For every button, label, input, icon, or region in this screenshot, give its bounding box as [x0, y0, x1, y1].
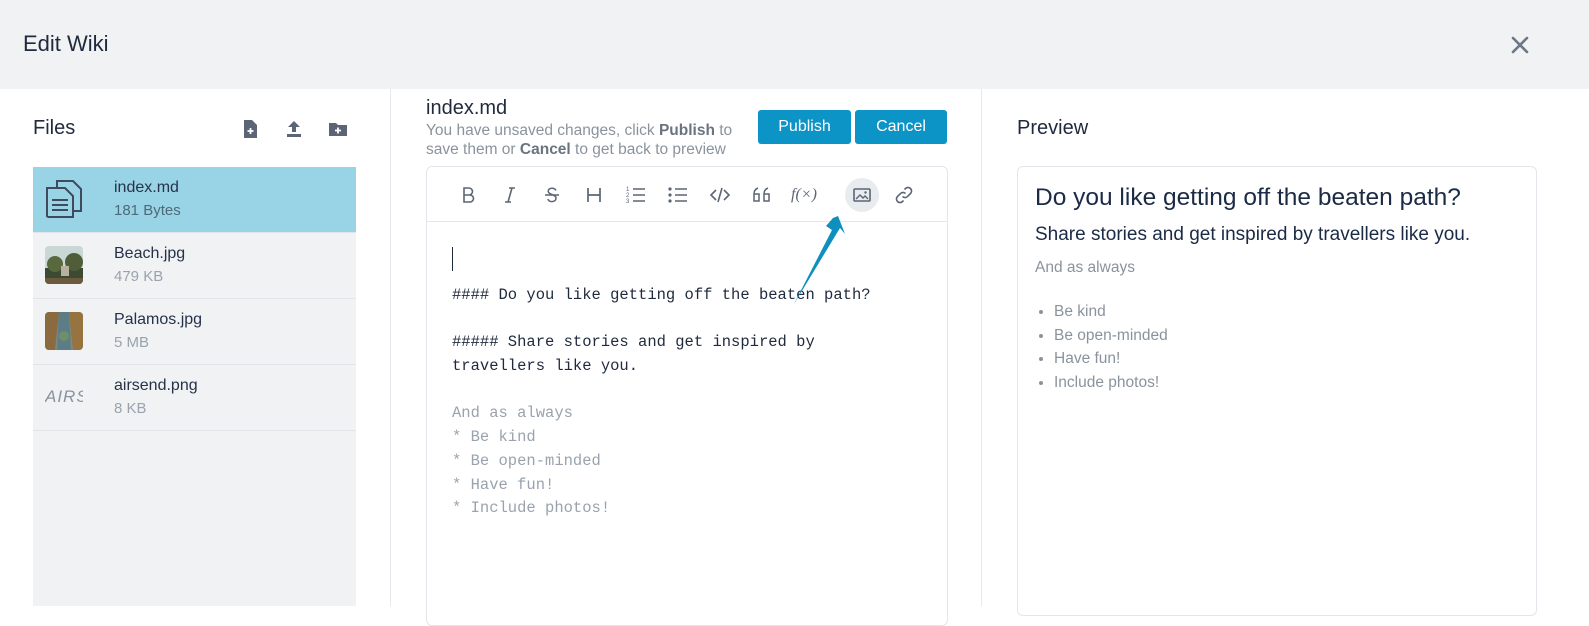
preview-subheading: Share stories and get inspired by travel…: [1035, 224, 1471, 245]
modal-title: Edit Wiki: [23, 31, 109, 56]
code-line: * Be open-minded: [452, 451, 601, 470]
bold-icon[interactable]: [451, 178, 485, 212]
ordered-list-icon[interactable]: 123: [619, 178, 653, 212]
notice-publish: Publish: [658, 122, 715, 139]
files-title: Files: [33, 117, 76, 139]
preview-title: Preview: [1017, 117, 1089, 139]
file-item-index-md[interactable]: index.md 181 Bytes: [33, 167, 356, 233]
file-item-airsend-png[interactable]: AIRS airsend.png 8 KB: [33, 365, 356, 431]
editor-toolbar: 123 f(×): [427, 167, 947, 222]
file-item-beach-jpg[interactable]: Beach.jpg 479 KB: [33, 233, 356, 299]
close-icon[interactable]: [1506, 31, 1534, 59]
code-line: And as always: [452, 404, 573, 423]
list-item: Be kind: [1054, 300, 1168, 324]
file-name: index.md: [114, 179, 179, 196]
link-icon[interactable]: [887, 178, 921, 212]
upload-icon[interactable]: [282, 117, 306, 141]
code-line: ##### Share stories and get inspired by: [452, 333, 815, 352]
file-name: Beach.jpg: [114, 245, 186, 262]
notice-text: to get back to preview: [570, 141, 726, 158]
file-size: 479 KB: [114, 268, 164, 285]
file-item-palamos-jpg[interactable]: Palamos.jpg 5 MB: [33, 299, 356, 365]
preview-content: Do you like getting off the beaten path?…: [1017, 166, 1537, 616]
preview-panel: Preview Do you like getting off the beat…: [983, 89, 1589, 616]
file-size: 8 KB: [114, 400, 147, 417]
cancel-button[interactable]: Cancel: [855, 110, 947, 144]
new-folder-icon[interactable]: [326, 117, 350, 141]
airsend-logo-text: AIRS: [45, 387, 83, 406]
notice-cancel: Cancel: [519, 141, 571, 158]
editor-filename: index.md: [426, 97, 508, 119]
strikethrough-icon[interactable]: [535, 178, 569, 212]
unsaved-notice: You have unsaved changes, click Publish …: [426, 121, 766, 159]
beach-photo: [45, 246, 83, 284]
preview-list: Be kind Be open-minded Have fun! Include…: [1054, 300, 1168, 395]
files-panel: Files index.md 181 Bytes Beach.jpg 479 K…: [0, 89, 391, 606]
file-size: 181 Bytes: [114, 202, 181, 219]
file-size: 5 MB: [114, 334, 150, 351]
new-file-icon[interactable]: [238, 117, 262, 141]
publish-button[interactable]: Publish: [758, 110, 851, 144]
code-line: * Be kind: [452, 428, 536, 447]
list-item: Be open-minded: [1054, 324, 1168, 348]
file-name: Palamos.jpg: [114, 311, 203, 328]
document-icon: [45, 180, 83, 218]
palamos-photo: [45, 312, 83, 350]
airsend-logo: AIRS: [45, 378, 83, 416]
heading-icon[interactable]: [577, 178, 611, 212]
code-line: * Have fun!: [452, 475, 555, 494]
code-line: * Include photos!: [452, 499, 611, 518]
annotation-arrow: [794, 216, 845, 304]
italic-icon[interactable]: [493, 178, 527, 212]
markdown-editor[interactable]: 123 f(×) #### Do you like getting off th…: [426, 166, 948, 626]
file-list: index.md 181 Bytes Beach.jpg 479 KB Pala…: [33, 167, 356, 606]
editor-panel: index.md You have unsaved changes, click…: [392, 89, 982, 626]
files-actions: [238, 117, 350, 141]
notice-text: You have unsaved changes, click: [426, 122, 659, 139]
preview-heading: Do you like getting off the beaten path?: [1035, 184, 1461, 211]
modal-header: Edit Wiki: [0, 0, 1589, 89]
list-item: Include photos!: [1054, 371, 1168, 395]
code-line: travellers like you.: [452, 357, 639, 376]
code-icon[interactable]: [703, 178, 737, 212]
file-name: airsend.png: [114, 377, 198, 394]
unordered-list-icon[interactable]: [661, 178, 695, 212]
svg-text:3: 3: [626, 199, 630, 205]
list-item: Have fun!: [1054, 347, 1168, 371]
quote-icon[interactable]: [745, 178, 779, 212]
preview-paragraph: And as always: [1035, 259, 1135, 276]
